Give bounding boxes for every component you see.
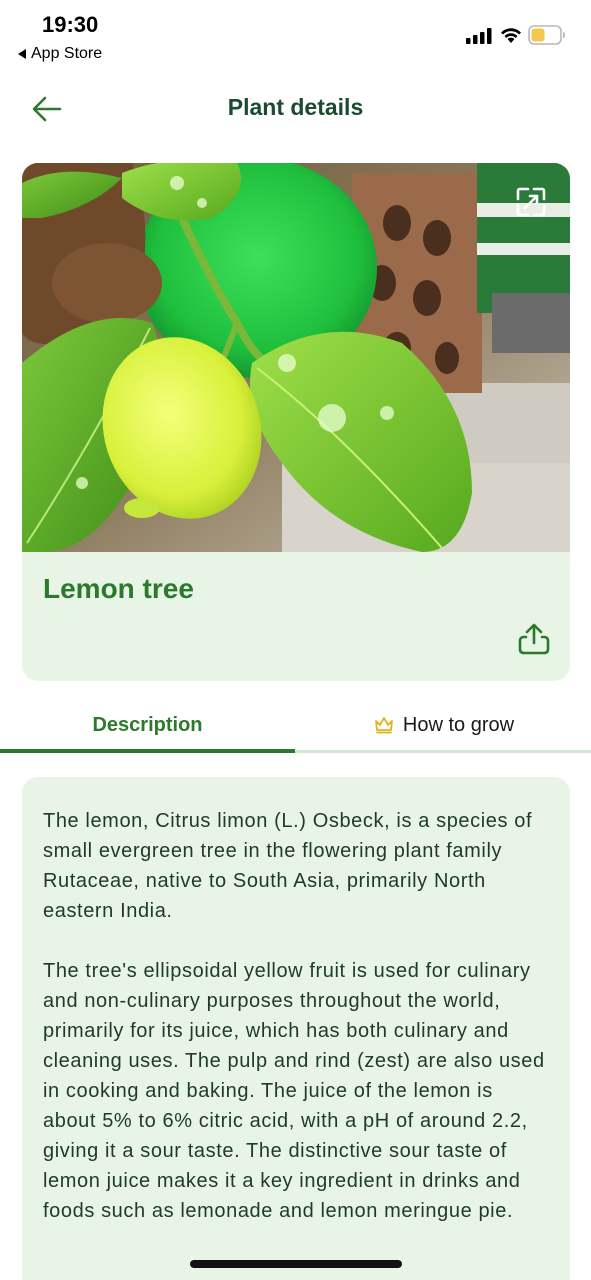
status-time: 19:30 — [42, 12, 99, 37]
plant-card: Lemon tree — [22, 163, 570, 681]
back-to-app-store-link[interactable]: App Store — [18, 45, 102, 63]
tab-how-to-grow-label: How to grow — [402, 713, 515, 736]
description-card: The lemon, Citrus limon (L.) Osbeck, is … — [22, 777, 570, 1280]
active-tab-indicator — [0, 749, 295, 753]
tab-how-to-grow[interactable]: How to grow — [296, 698, 591, 752]
plant-photo[interactable] — [22, 163, 570, 552]
app-header: Plant details — [0, 80, 591, 138]
share-icon[interactable] — [516, 621, 552, 657]
cellular-signal-icon — [466, 28, 492, 44]
tab-divider — [295, 750, 591, 753]
tab-bar: Description How to grow — [0, 698, 591, 756]
back-triangle-icon — [18, 49, 26, 59]
page-title: Plant details — [227, 94, 364, 120]
description-paragraph: The lemon, Citrus limon (L.) Osbeck, is … — [43, 810, 533, 922]
tab-description-label: Description — [92, 713, 203, 736]
plant-photo-image — [22, 163, 570, 552]
wifi-icon — [501, 28, 521, 43]
plant-name: Lemon tree — [43, 573, 194, 604]
back-to-app-label: App Store — [31, 45, 103, 62]
expand-icon[interactable] — [512, 183, 550, 221]
description-paragraph: The tree's ellipsoidal yellow fruit is u… — [43, 960, 545, 1222]
tab-description[interactable]: Description — [0, 698, 295, 752]
home-indicator[interactable] — [190, 1260, 402, 1268]
status-bar: 19:30 App Store — [0, 0, 591, 70]
crown-icon — [375, 717, 393, 734]
battery-icon — [528, 25, 565, 45]
